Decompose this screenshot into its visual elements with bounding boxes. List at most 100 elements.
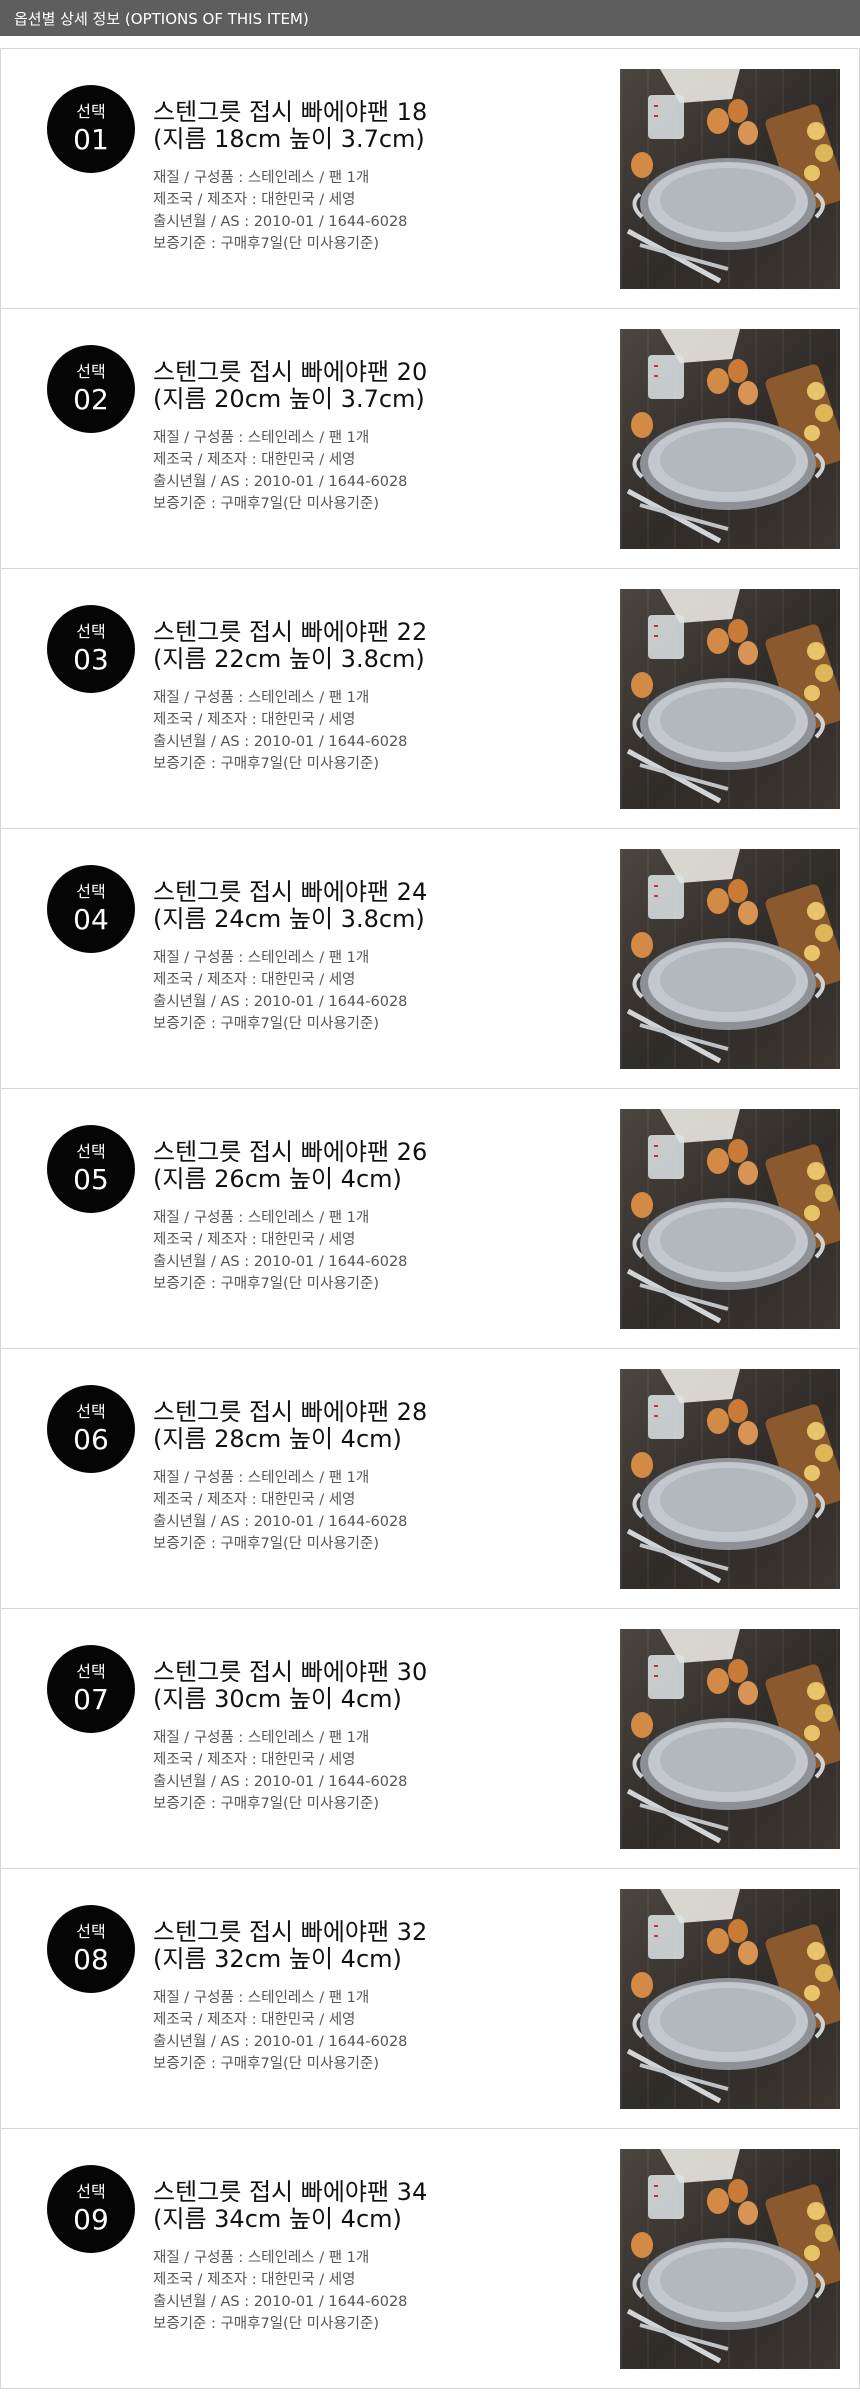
spec-release-as: 출시년월 / AS : 2010-01 / 1644-6028 — [153, 1254, 408, 1270]
option-title-line1: 스텐그릇 접시 빠에야팬 30 — [153, 1658, 428, 1686]
option-title-line1: 스텐그릇 접시 빠에야팬 18 — [153, 98, 428, 126]
spec-warranty: 보증기준 : 구매후7일(단 미사용기준) — [153, 1016, 380, 1032]
spec-material: 재질 / 구성품 : 스테인레스 / 팬 1개 — [153, 1730, 370, 1746]
badge-label: 선택 — [76, 2182, 106, 2201]
pan-image — [626, 2149, 840, 2364]
option-specs: 재질 / 구성품 : 스테인레스 / 팬 1개 제조국 / 제조자 : 대한민국… — [153, 2247, 593, 2335]
option-title-line1: 스텐그릇 접시 빠에야팬 26 — [153, 1138, 428, 1166]
option-number-badge: 선택 01 — [47, 85, 135, 173]
spec-release-as: 출시년월 / AS : 2010-01 / 1644-6028 — [153, 1774, 408, 1790]
spec-warranty: 보증기준 : 구매후7일(단 미사용기준) — [153, 1276, 380, 1292]
option-specs: 재질 / 구성품 : 스테인레스 / 팬 1개 제조국 / 제조자 : 대한민국… — [153, 1467, 593, 1555]
option-title: 스텐그릇 접시 빠에야팬 18 (지름 18cm 높이 3.7cm) — [153, 99, 593, 153]
spec-origin: 제조국 / 제조자 : 대한민국 / 세영 — [153, 1492, 356, 1508]
spec-warranty: 보증기준 : 구매후7일(단 미사용기준) — [153, 1796, 380, 1812]
option-title-line2: (지름 26cm 높이 4cm) — [153, 1165, 402, 1193]
spec-release-as: 출시년월 / AS : 2010-01 / 1644-6028 — [153, 2294, 408, 2310]
badge-label: 선택 — [76, 882, 106, 901]
spec-warranty: 보증기준 : 구매후7일(단 미사용기준) — [153, 496, 380, 512]
option-title-line2: (지름 18cm 높이 3.7cm) — [153, 125, 425, 153]
product-photo — [620, 849, 840, 1069]
spec-release-as: 출시년월 / AS : 2010-01 / 1644-6028 — [153, 1514, 408, 1530]
spec-origin: 제조국 / 제조자 : 대한민국 / 세영 — [153, 2012, 356, 2028]
badge-number: 03 — [73, 643, 109, 676]
option-title-line1: 스텐그릇 접시 빠에야팬 22 — [153, 618, 428, 646]
badge-label: 선택 — [76, 622, 106, 641]
option-item: 선택 06 스텐그릇 접시 빠에야팬 28 (지름 28cm 높이 4cm) 재… — [0, 1349, 860, 1609]
spec-material: 재질 / 구성품 : 스테인레스 / 팬 1개 — [153, 1990, 370, 2006]
option-number-badge: 선택 02 — [47, 345, 135, 433]
pan-image — [626, 1109, 840, 1324]
options-list: 선택 01 스텐그릇 접시 빠에야팬 18 (지름 18cm 높이 3.7cm)… — [0, 48, 860, 2389]
product-photo — [620, 1889, 840, 2109]
section-title: 옵션별 상세 정보 (OPTIONS OF THIS ITEM) — [14, 9, 309, 28]
product-photo — [620, 1369, 840, 1589]
badge-number: 06 — [73, 1423, 109, 1456]
badge-label: 선택 — [76, 1402, 106, 1421]
spec-release-as: 출시년월 / AS : 2010-01 / 1644-6028 — [153, 474, 408, 490]
spec-release-as: 출시년월 / AS : 2010-01 / 1644-6028 — [153, 214, 408, 230]
badge-label: 선택 — [76, 1922, 106, 1941]
product-photo — [620, 69, 840, 289]
section-header: 옵션별 상세 정보 (OPTIONS OF THIS ITEM) — [0, 0, 860, 36]
option-specs: 재질 / 구성품 : 스테인레스 / 팬 1개 제조국 / 제조자 : 대한민국… — [153, 1987, 593, 2075]
option-title: 스텐그릇 접시 빠에야팬 34 (지름 34cm 높이 4cm) — [153, 2179, 593, 2233]
pan-image — [626, 69, 840, 284]
pan-image — [626, 1369, 840, 1584]
option-title: 스텐그릇 접시 빠에야팬 24 (지름 24cm 높이 3.8cm) — [153, 879, 593, 933]
option-number-badge: 선택 08 — [47, 1905, 135, 1993]
badge-number: 04 — [73, 903, 109, 936]
product-photo — [620, 329, 840, 549]
option-specs: 재질 / 구성품 : 스테인레스 / 팬 1개 제조국 / 제조자 : 대한민국… — [153, 167, 593, 255]
option-number-badge: 선택 09 — [47, 2165, 135, 2253]
pan-image — [626, 1889, 840, 2104]
option-title-line2: (지름 22cm 높이 3.8cm) — [153, 645, 425, 673]
spec-origin: 제조국 / 제조자 : 대한민국 / 세영 — [153, 192, 356, 208]
option-number-badge: 선택 07 — [47, 1645, 135, 1733]
badge-label: 선택 — [76, 102, 106, 121]
badge-label: 선택 — [76, 362, 106, 381]
option-title-line2: (지름 32cm 높이 4cm) — [153, 1945, 402, 1973]
option-number-badge: 선택 05 — [47, 1125, 135, 1213]
option-title: 스텐그릇 접시 빠에야팬 32 (지름 32cm 높이 4cm) — [153, 1919, 593, 1973]
badge-number: 07 — [73, 1683, 109, 1716]
spec-origin: 제조국 / 제조자 : 대한민국 / 세영 — [153, 712, 356, 728]
badge-number: 05 — [73, 1163, 109, 1196]
option-title-line2: (지름 30cm 높이 4cm) — [153, 1685, 402, 1713]
pan-image — [626, 1629, 840, 1844]
option-title-line2: (지름 24cm 높이 3.8cm) — [153, 905, 425, 933]
badge-number: 01 — [73, 123, 109, 156]
option-title-line2: (지름 20cm 높이 3.7cm) — [153, 385, 425, 413]
product-photo — [620, 1109, 840, 1329]
spec-origin: 제조국 / 제조자 : 대한민국 / 세영 — [153, 1232, 356, 1248]
spec-material: 재질 / 구성품 : 스테인레스 / 팬 1개 — [153, 170, 370, 186]
spec-material: 재질 / 구성품 : 스테인레스 / 팬 1개 — [153, 2250, 370, 2266]
option-item: 선택 02 스텐그릇 접시 빠에야팬 20 (지름 20cm 높이 3.7cm)… — [0, 309, 860, 569]
option-title: 스텐그릇 접시 빠에야팬 22 (지름 22cm 높이 3.8cm) — [153, 619, 593, 673]
spec-material: 재질 / 구성품 : 스테인레스 / 팬 1개 — [153, 1210, 370, 1226]
spec-release-as: 출시년월 / AS : 2010-01 / 1644-6028 — [153, 2034, 408, 2050]
spec-material: 재질 / 구성품 : 스테인레스 / 팬 1개 — [153, 1470, 370, 1486]
option-item: 선택 08 스텐그릇 접시 빠에야팬 32 (지름 32cm 높이 4cm) 재… — [0, 1869, 860, 2129]
product-photo — [620, 1629, 840, 1849]
badge-number: 02 — [73, 383, 109, 416]
spec-material: 재질 / 구성품 : 스테인레스 / 팬 1개 — [153, 950, 370, 966]
spec-warranty: 보증기준 : 구매후7일(단 미사용기준) — [153, 2316, 380, 2332]
spec-release-as: 출시년월 / AS : 2010-01 / 1644-6028 — [153, 734, 408, 750]
option-title-line2: (지름 28cm 높이 4cm) — [153, 1425, 402, 1453]
pan-image — [626, 589, 840, 804]
option-title-line1: 스텐그릇 접시 빠에야팬 24 — [153, 878, 428, 906]
spec-origin: 제조국 / 제조자 : 대한민국 / 세영 — [153, 1752, 356, 1768]
spec-warranty: 보증기준 : 구매후7일(단 미사용기준) — [153, 2056, 380, 2072]
option-title: 스텐그릇 접시 빠에야팬 26 (지름 26cm 높이 4cm) — [153, 1139, 593, 1193]
option-item: 선택 04 스텐그릇 접시 빠에야팬 24 (지름 24cm 높이 3.8cm)… — [0, 829, 860, 1089]
option-item: 선택 09 스텐그릇 접시 빠에야팬 34 (지름 34cm 높이 4cm) 재… — [0, 2129, 860, 2389]
badge-number: 09 — [73, 2203, 109, 2236]
product-photo — [620, 589, 840, 809]
option-item: 선택 03 스텐그릇 접시 빠에야팬 22 (지름 22cm 높이 3.8cm)… — [0, 569, 860, 829]
option-number-badge: 선택 03 — [47, 605, 135, 693]
option-number-badge: 선택 06 — [47, 1385, 135, 1473]
option-specs: 재질 / 구성품 : 스테인레스 / 팬 1개 제조국 / 제조자 : 대한민국… — [153, 687, 593, 775]
option-title: 스텐그릇 접시 빠에야팬 30 (지름 30cm 높이 4cm) — [153, 1659, 593, 1713]
badge-number: 08 — [73, 1943, 109, 1976]
